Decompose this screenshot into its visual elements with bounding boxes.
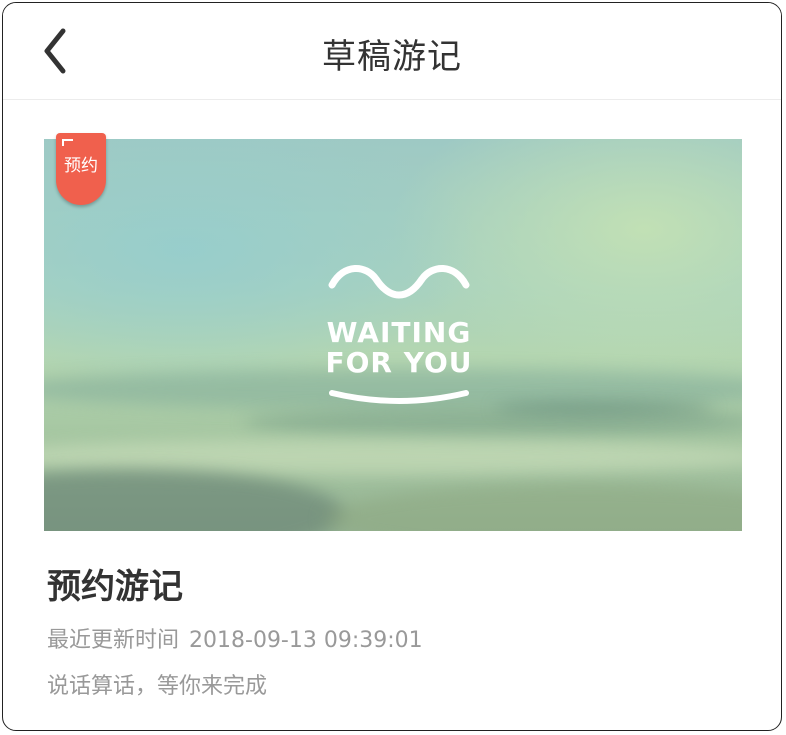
logo-line-2: FOR YOU [325, 346, 473, 379]
logo-line-1: WAITING [326, 316, 472, 349]
nav-bar: 草稿游记 [3, 3, 781, 100]
reservation-badge: 预约 [56, 133, 106, 205]
waiting-for-you-logo: WAITING FOR YOU [324, 259, 474, 409]
badge-label: 预约 [64, 156, 98, 176]
draft-card[interactable]: WAITING FOR YOU 预约 [44, 133, 742, 531]
last-updated: 最近更新时间 2018-09-13 09:39:01 [47, 625, 741, 657]
updated-label: 最近更新时间 [47, 628, 180, 653]
phone-frame: 草稿游记 WAITING FOR YOU 预约 预约游记 最近更新时间 2018… [2, 2, 782, 731]
flag-icon [62, 139, 73, 146]
cover-image: WAITING FOR YOU [44, 139, 742, 531]
draft-info: 预约游记 最近更新时间 2018-09-13 09:39:01 说话算话，等你来完… [47, 563, 741, 703]
draft-title[interactable]: 预约游记 [47, 563, 741, 611]
page-title: 草稿游记 [322, 37, 462, 77]
draft-subtitle: 说话算话，等你来完成 [47, 674, 268, 699]
updated-timestamp: 2018-09-13 09:39:01 [189, 628, 423, 653]
